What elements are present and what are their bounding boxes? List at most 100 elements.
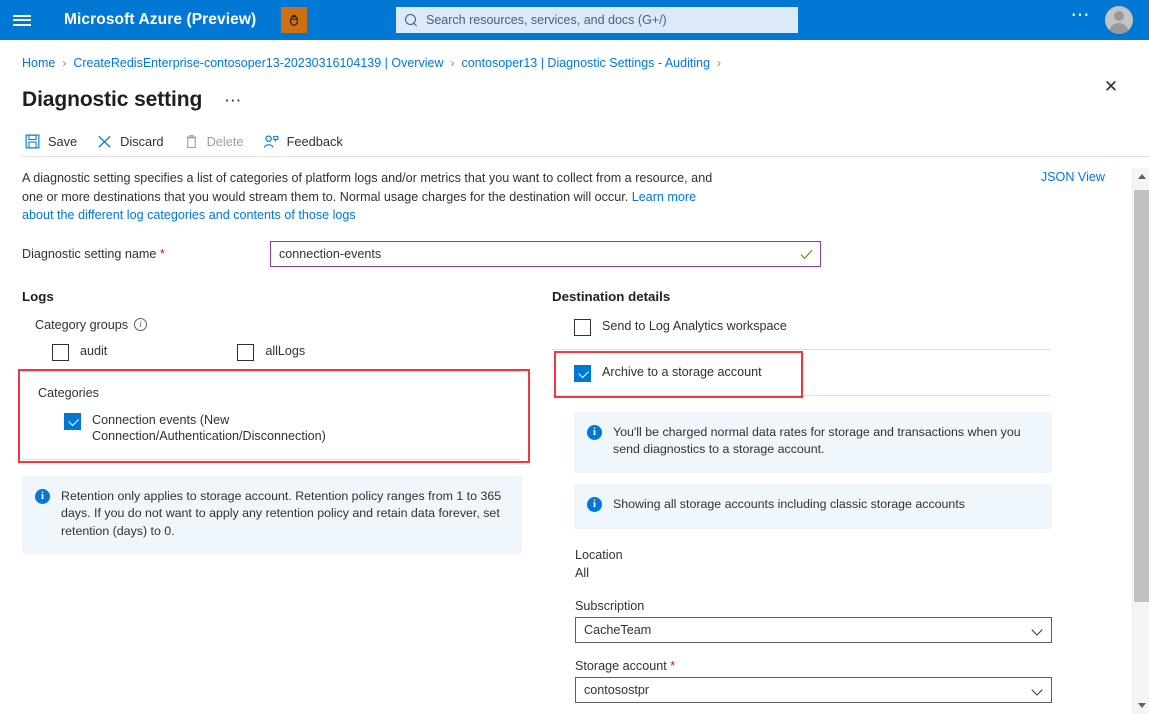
category-groups-label-text: Category groups bbox=[35, 318, 128, 332]
checkbox-log-analytics-label: Send to Log Analytics workspace bbox=[602, 318, 787, 335]
command-toolbar: Save Discard Delete Feedba bbox=[0, 112, 1149, 156]
trash-icon bbox=[183, 133, 200, 150]
delete-button: Delete bbox=[183, 133, 244, 150]
destination-divider-2 bbox=[552, 395, 1050, 396]
subscription-label: Subscription bbox=[575, 599, 1072, 613]
checkbox-connection-events[interactable]: Connection events (New Connection/Authen… bbox=[64, 412, 534, 445]
header-right-cluster: ⋯ bbox=[1071, 0, 1142, 40]
storage-account-label: Storage account * bbox=[575, 659, 1072, 673]
subscription-value: CacheTeam bbox=[584, 623, 651, 637]
categories-inner: Categories Connection events (New Connec… bbox=[22, 372, 534, 445]
breadcrumb-item-create-redis-enterprise[interactable]: CreateRedisEnterprise-contosoper13-20230… bbox=[73, 56, 443, 70]
chevron-down-icon bbox=[1033, 685, 1043, 695]
breadcrumb-separator-icon: › bbox=[717, 56, 721, 70]
vertical-scrollbar[interactable] bbox=[1132, 168, 1149, 714]
scroll-down-arrow-icon[interactable] bbox=[1133, 697, 1149, 714]
scroll-up-arrow-icon[interactable] bbox=[1133, 168, 1149, 185]
retention-info-text: Retention only applies to storage accoun… bbox=[61, 488, 508, 541]
save-button[interactable]: Save bbox=[24, 133, 77, 150]
save-button-label: Save bbox=[48, 134, 77, 149]
feedback-button[interactable]: Feedback bbox=[263, 133, 343, 150]
category-groups-label: Category groups i bbox=[35, 318, 534, 332]
hamburger-menu-icon[interactable] bbox=[0, 0, 44, 40]
azure-brand-title[interactable]: Microsoft Azure (Preview) bbox=[64, 11, 256, 29]
diagnostic-setting-name-value: connection-events bbox=[279, 247, 381, 261]
close-icon[interactable]: ✕ bbox=[1098, 74, 1124, 100]
page-title-row: Diagnostic setting ⋯ ✕ bbox=[0, 78, 1149, 112]
location-field: Location All bbox=[575, 548, 1072, 580]
breadcrumb-item-home[interactable]: Home bbox=[22, 56, 55, 70]
save-icon bbox=[24, 133, 41, 150]
storage-charges-info-box: i You'll be charged normal data rates fo… bbox=[574, 412, 1052, 473]
breadcrumb-separator-icon: › bbox=[62, 56, 66, 70]
scrollbar-thumb[interactable] bbox=[1134, 190, 1149, 602]
checkbox-log-analytics[interactable]: Send to Log Analytics workspace bbox=[574, 318, 787, 336]
description-text: A diagnostic setting specifies a list of… bbox=[22, 157, 722, 225]
checkbox-log-analytics-box[interactable] bbox=[574, 319, 591, 336]
info-icon: i bbox=[587, 497, 602, 512]
breadcrumb-separator-icon: › bbox=[450, 56, 454, 70]
search-input-placeholder: Search resources, services, and docs (G+… bbox=[426, 13, 667, 27]
storage-account-label-text: Storage account bbox=[575, 659, 667, 673]
categories-label: Categories bbox=[38, 386, 534, 400]
main-content: JSON View A diagnostic setting specifies… bbox=[0, 157, 1149, 703]
category-groups-checkbox-row: audit allLogs bbox=[52, 343, 534, 361]
two-column-layout: Logs Category groups i audit allLogs Cat bbox=[22, 289, 1149, 704]
search-icon bbox=[405, 14, 418, 27]
checkbox-connection-events-label: Connection events (New Connection/Authen… bbox=[92, 412, 392, 445]
avatar[interactable] bbox=[1105, 6, 1133, 34]
checkbox-alllogs-box[interactable] bbox=[237, 344, 254, 361]
destination-column: Destination details Send to Log Analytic… bbox=[552, 289, 1072, 704]
categories-section: Categories Connection events (New Connec… bbox=[22, 371, 534, 460]
checkbox-archive-storage-row[interactable]: Archive to a storage account bbox=[552, 350, 1072, 395]
bug-icon[interactable] bbox=[281, 7, 307, 33]
showing-storage-accounts-info-text: Showing all storage accounts including c… bbox=[613, 496, 965, 514]
checkbox-archive-storage[interactable]: Archive to a storage account bbox=[574, 364, 762, 382]
subscription-field: Subscription CacheTeam bbox=[575, 599, 1072, 643]
checkbox-audit[interactable]: audit bbox=[52, 343, 107, 361]
checkbox-alllogs[interactable]: allLogs bbox=[237, 343, 305, 361]
discard-button[interactable]: Discard bbox=[96, 133, 163, 150]
page-more-icon[interactable]: ⋯ bbox=[224, 96, 242, 106]
discard-button-label: Discard bbox=[120, 134, 163, 149]
info-icon: i bbox=[587, 425, 602, 440]
description-part1: A diagnostic setting specifies a list of… bbox=[22, 171, 712, 204]
chevron-down-icon bbox=[1033, 625, 1043, 635]
archive-storage-region: Archive to a storage account bbox=[552, 350, 1072, 395]
person-feedback-icon bbox=[263, 133, 280, 150]
page-title: Diagnostic setting bbox=[22, 88, 202, 112]
breadcrumb-item-diagnostic-settings[interactable]: contosoper13 | Diagnostic Settings - Aud… bbox=[461, 56, 710, 70]
diagnostic-setting-name-label: Diagnostic setting name * bbox=[22, 247, 270, 261]
global-header: Microsoft Azure (Preview) Search resourc… bbox=[0, 0, 1149, 40]
diagnostic-setting-name-row: Diagnostic setting name * connection-eve… bbox=[22, 241, 1149, 267]
required-asterisk: * bbox=[670, 659, 675, 673]
breadcrumb: Home › CreateRedisEnterprise-contosoper1… bbox=[0, 48, 1149, 78]
destination-details-heading: Destination details bbox=[552, 289, 1072, 304]
checkbox-audit-label: audit bbox=[80, 343, 107, 360]
showing-storage-accounts-info-box: i Showing all storage accounts including… bbox=[574, 484, 1052, 530]
logs-column: Logs Category groups i audit allLogs Cat bbox=[22, 289, 534, 704]
checkbox-archive-storage-box[interactable] bbox=[574, 365, 591, 382]
delete-button-label: Delete bbox=[207, 134, 244, 149]
location-value: All bbox=[575, 566, 1072, 580]
storage-account-select[interactable]: contosostpr bbox=[575, 677, 1052, 703]
info-icon[interactable]: i bbox=[134, 318, 147, 331]
checkbox-connection-events-box[interactable] bbox=[64, 413, 81, 430]
checkbox-archive-storage-label: Archive to a storage account bbox=[602, 364, 762, 381]
checkbox-audit-box[interactable] bbox=[52, 344, 69, 361]
checkbox-log-analytics-row[interactable]: Send to Log Analytics workspace bbox=[552, 304, 1072, 349]
retention-info-box: i Retention only applies to storage acco… bbox=[22, 476, 522, 555]
close-x-icon bbox=[96, 133, 113, 150]
storage-account-field: Storage account * contosostpr bbox=[575, 659, 1072, 703]
header-more-icon[interactable]: ⋯ bbox=[1071, 16, 1106, 24]
json-view-link[interactable]: JSON View bbox=[1041, 170, 1105, 184]
storage-account-value: contosostpr bbox=[584, 683, 649, 697]
global-search-box[interactable]: Search resources, services, and docs (G+… bbox=[396, 7, 798, 33]
subscription-select[interactable]: CacheTeam bbox=[575, 617, 1052, 643]
checkbox-alllogs-label: allLogs bbox=[265, 343, 305, 360]
valid-check-icon bbox=[800, 247, 813, 265]
location-label: Location bbox=[575, 548, 1072, 562]
storage-charges-info-text: You'll be charged normal data rates for … bbox=[613, 424, 1038, 459]
diagnostic-setting-name-label-text: Diagnostic setting name bbox=[22, 247, 156, 261]
diagnostic-setting-name-input[interactable]: connection-events bbox=[270, 241, 821, 267]
